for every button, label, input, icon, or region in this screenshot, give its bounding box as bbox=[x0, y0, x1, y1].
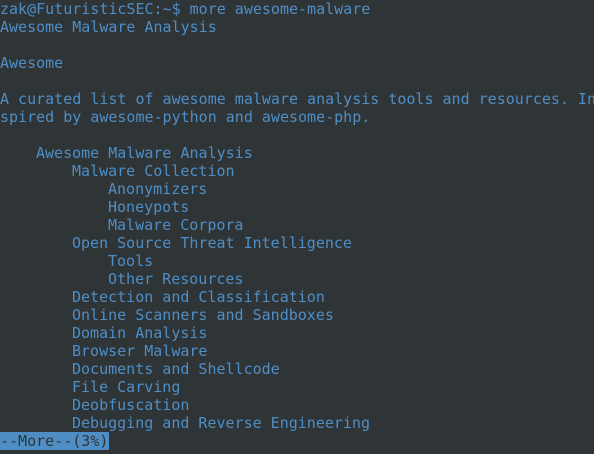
toc-item-label: Anonymizers bbox=[108, 180, 208, 198]
toc-item: Browser Malware bbox=[0, 342, 207, 360]
terminal-window[interactable]: zak@FuturisticSEC:~$ more awesome-malwar… bbox=[0, 0, 594, 454]
toc-item-label: Other Resources bbox=[108, 270, 244, 288]
toc-item: Deobfuscation bbox=[0, 396, 189, 414]
toc-item: Tools bbox=[0, 252, 153, 270]
toc-item: Online Scanners and Sandboxes bbox=[0, 306, 334, 324]
toc-item: Awesome Malware Analysis bbox=[0, 144, 253, 162]
toc-item: File Carving bbox=[0, 378, 180, 396]
toc-item: Documents and Shellcode bbox=[0, 360, 280, 378]
toc-item-label: Honeypots bbox=[108, 198, 190, 216]
toc-item: Domain Analysis bbox=[0, 324, 207, 342]
toc-item-label: Deobfuscation bbox=[72, 396, 190, 414]
description-line-1: A curated list of awesome malware analys… bbox=[0, 90, 594, 108]
toc-item: Malware Corpora bbox=[0, 216, 243, 234]
toc-item: Detection and Classification bbox=[0, 288, 325, 306]
description-line-2: spired by awesome-python and awesome-php… bbox=[0, 108, 371, 126]
toc-item: Debugging and Reverse Engineering bbox=[0, 414, 370, 432]
toc-item: Malware Collection bbox=[0, 162, 235, 180]
toc-item-label: Debugging and Reverse Engineering bbox=[72, 414, 371, 432]
toc-item-label: Detection and Classification bbox=[72, 288, 325, 306]
toc-item-label: Browser Malware bbox=[72, 342, 208, 360]
toc-item-label: Awesome Malware Analysis bbox=[36, 144, 253, 162]
awesome-badge-text: Awesome bbox=[0, 54, 64, 72]
toc-item-label: Tools bbox=[108, 252, 154, 270]
toc-item: Other Resources bbox=[0, 270, 243, 288]
toc-item-label: Open Source Threat Intelligence bbox=[72, 234, 352, 252]
shell-prompt-line: zak@FuturisticSEC:~$ more awesome-malwar… bbox=[0, 0, 371, 18]
toc-item-label: Online Scanners and Sandboxes bbox=[72, 306, 334, 324]
toc-item-label: Domain Analysis bbox=[72, 324, 208, 342]
toc-item-label: Malware Corpora bbox=[108, 216, 244, 234]
toc-item: Honeypots bbox=[0, 198, 189, 216]
toc-item: Open Source Threat Intelligence bbox=[0, 234, 352, 252]
text-cursor bbox=[109, 432, 118, 450]
toc-item-label: File Carving bbox=[72, 378, 181, 396]
document-title: Awesome Malware Analysis bbox=[0, 18, 217, 36]
toc-item-label: Malware Collection bbox=[72, 162, 235, 180]
toc-item-label: Documents and Shellcode bbox=[72, 360, 280, 378]
more-pager-prompt[interactable]: --More--(3%) bbox=[0, 432, 110, 450]
toc-item: Anonymizers bbox=[0, 180, 207, 198]
